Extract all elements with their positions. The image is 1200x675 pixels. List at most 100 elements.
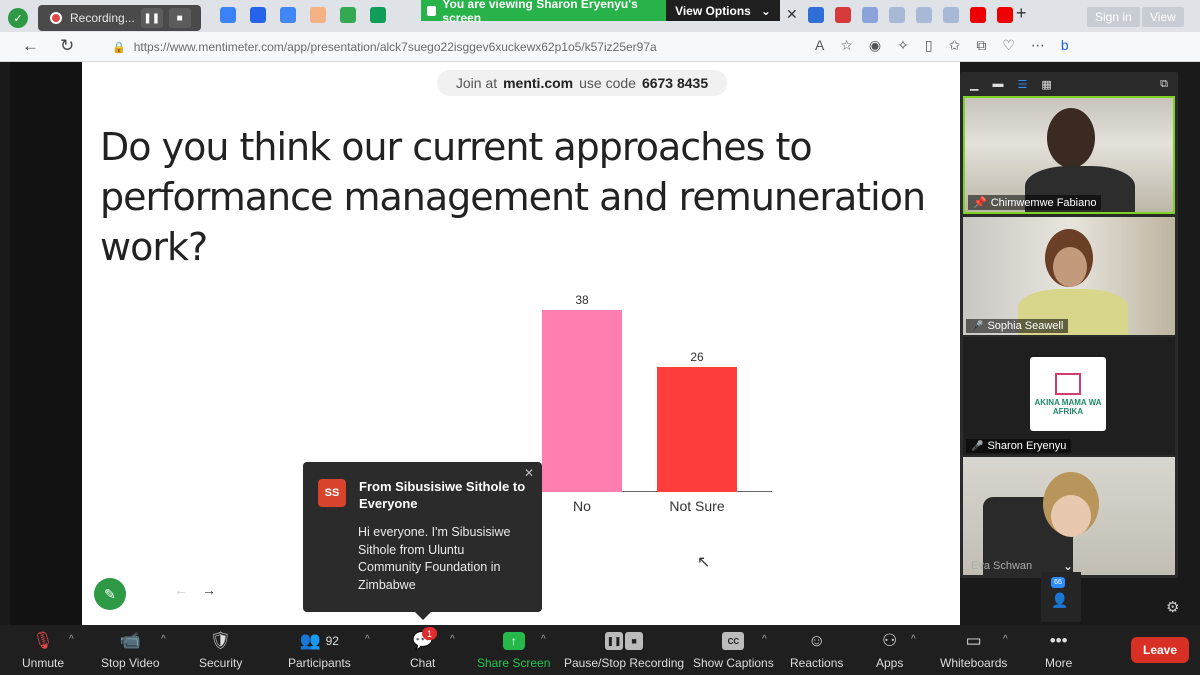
share-options-caret-icon[interactable]: ^	[541, 634, 546, 645]
grammarly-icon[interactable]: ◉	[869, 37, 881, 54]
share-screen-button[interactable]: ↑ Share Screen	[477, 629, 550, 673]
reactions-button[interactable]: ☺ Reactions	[790, 629, 843, 673]
close-icon[interactable]: ✕	[524, 466, 534, 480]
cc-text: CC	[722, 632, 745, 650]
strip-view-icon[interactable]: ▬	[992, 78, 1003, 90]
chat-button[interactable]: 💬 1 Chat	[410, 627, 437, 673]
chat-message: Hi everyone. I'm Sibusisiwe Sithole from…	[358, 525, 511, 592]
sheets-tab-icon[interactable]	[370, 7, 386, 23]
more-label: More	[1045, 656, 1073, 670]
gallery-controls: ▁ ▬ ☰ ▦ ⧉	[960, 72, 1178, 96]
close-tab-icon[interactable]: ✕	[786, 6, 798, 23]
minimize-icon[interactable]: ▁	[970, 78, 978, 91]
chart-tab-icon[interactable]	[943, 7, 959, 23]
stop-video-label: Stop Video	[101, 656, 160, 670]
view-options-button[interactable]: View Options ⌄	[666, 0, 780, 21]
star-icon[interactable]: ☆	[840, 37, 853, 54]
shield-icon: 🛡	[209, 631, 232, 650]
chat-notification[interactable]: SS From Sibusisiwe Sithole to Everyone H…	[303, 462, 542, 620]
pen-icon[interactable]: ✎	[94, 578, 126, 610]
video-tile[interactable]: 🎤 Sophia Seawell	[963, 217, 1175, 335]
video-tile[interactable]: 📌 Chimwemwe Fabiano	[963, 96, 1175, 214]
more-menu-icon[interactable]: ⋯	[1031, 37, 1045, 54]
participants-options-caret-icon[interactable]: ^	[365, 634, 370, 645]
mic-muted-icon: 🎤	[971, 320, 984, 332]
logo-text: AKINA MAMA WA AFRIKA	[1034, 397, 1102, 416]
pin-icon: 📌	[973, 197, 987, 209]
stop-recording-icon[interactable]: ■	[168, 8, 191, 28]
captions-label: Show Captions	[693, 656, 774, 670]
smiley-icon: ☺	[808, 631, 826, 650]
chart-tab-icon[interactable]	[835, 7, 851, 23]
next-arrow-icon[interactable]: →	[202, 582, 216, 598]
share-status-icon	[427, 5, 437, 16]
more-button[interactable]: ••• More	[1045, 629, 1072, 673]
youtube-tab-icon[interactable]	[997, 7, 1013, 23]
video-tile[interactable]: AKINA MAMA WA AFRIKA 🎤 Sharon Eryenyu	[963, 337, 1175, 455]
more-dots-icon: •••	[1049, 631, 1068, 650]
participant-name: Eva Schwan	[966, 559, 1037, 573]
leave-button[interactable]: Leave	[1131, 637, 1189, 663]
pause-recording-icon[interactable]: ❚❚	[140, 8, 163, 28]
split-screen-icon[interactable]: ▯	[925, 37, 933, 54]
docs-tab-icon[interactable]	[280, 7, 296, 23]
chat-options-caret-icon[interactable]: ^	[450, 634, 455, 645]
previous-arrow-icon[interactable]: ←	[174, 582, 188, 598]
unmute-button[interactable]: 🎙 Unmute	[22, 629, 64, 673]
chart-value-label: 26	[690, 350, 704, 364]
youtube-tab-icon[interactable]	[970, 7, 986, 23]
whiteboards-options-caret-icon[interactable]: ^	[1003, 634, 1008, 645]
extensions-icon[interactable]: ✧	[897, 37, 909, 54]
reload-icon[interactable]: ↻	[60, 36, 74, 56]
browser-essentials-icon[interactable]: ♡	[1002, 37, 1015, 54]
favorites-icon[interactable]: ✩	[949, 37, 961, 54]
shield-icon[interactable]: ✓	[8, 8, 28, 28]
slide-nav: ← →	[174, 582, 216, 598]
view-button[interactable]: View	[1142, 7, 1184, 27]
read-aloud-icon[interactable]: A	[815, 37, 824, 54]
viewing-text: You are viewing Sharon Eryenyu's screen	[442, 0, 638, 25]
apps-options-caret-icon[interactable]: ^	[911, 634, 916, 645]
chart-bar	[542, 310, 622, 492]
chart-tab-icon[interactable]	[808, 7, 824, 23]
audio-options-caret-icon[interactable]: ^	[69, 634, 74, 645]
chevron-down-icon[interactable]: ⌄	[1063, 559, 1073, 573]
unmute-label: Unmute	[22, 656, 65, 670]
drive-tab-icon[interactable]	[340, 7, 356, 23]
pause-recording-label: Pause/Stop Recording	[564, 656, 685, 670]
chart-tab-icon[interactable]	[916, 7, 932, 23]
new-tab-icon[interactable]: +	[1016, 3, 1027, 24]
gear-icon[interactable]: ⚙	[1166, 598, 1179, 616]
security-button[interactable]: 🛡 Security	[199, 629, 242, 673]
calendar-tab-icon[interactable]	[250, 7, 266, 23]
left-margin	[10, 62, 82, 625]
slides-tab-icon[interactable]	[310, 7, 326, 23]
participant-count-badge: 66	[1051, 577, 1065, 588]
stop-video-button[interactable]: 📹 Stop Video	[101, 629, 160, 673]
speaker-view-icon[interactable]: ☰	[1017, 78, 1027, 91]
apps-button[interactable]: ⚇ Apps	[876, 629, 903, 673]
collections-icon[interactable]: ⧉	[976, 37, 986, 54]
url-field[interactable]: 🔒 https://www.mentimeter.com/app/present…	[100, 35, 880, 59]
whiteboards-button[interactable]: ▭ Whiteboards	[940, 629, 1007, 673]
pause-stop-recording-button[interactable]: ❚❚ ■ Pause/Stop Recording	[564, 629, 684, 673]
form-tab-icon[interactable]	[862, 7, 878, 23]
video-options-caret-icon[interactable]: ^	[161, 634, 166, 645]
bing-icon[interactable]: b	[1061, 37, 1069, 54]
captions-options-caret-icon[interactable]: ^	[762, 634, 767, 645]
security-label: Security	[199, 656, 243, 670]
participant-name-text: Chimwemwe Fabiano	[990, 196, 1097, 209]
share-screen-label: Share Screen	[477, 656, 551, 670]
person-icon[interactable]: 👤	[1051, 592, 1068, 609]
sign-in-button[interactable]: Sign in	[1087, 7, 1140, 27]
chart-tab-icon[interactable]	[889, 7, 905, 23]
drive-tab-icon[interactable]	[220, 7, 236, 23]
participant-name-text: Eva Schwan	[971, 560, 1033, 572]
expand-icon[interactable]: ⧉	[1160, 78, 1168, 91]
gallery-view-icon[interactable]: ▦	[1041, 78, 1051, 91]
participants-button[interactable]: 👥 92 Participants	[288, 629, 351, 673]
participant-face	[1047, 108, 1095, 168]
video-tile[interactable]: Eva Schwan ⌄	[963, 457, 1175, 575]
record-dot-icon	[50, 12, 62, 24]
back-arrow-icon[interactable]: ←	[22, 36, 39, 56]
